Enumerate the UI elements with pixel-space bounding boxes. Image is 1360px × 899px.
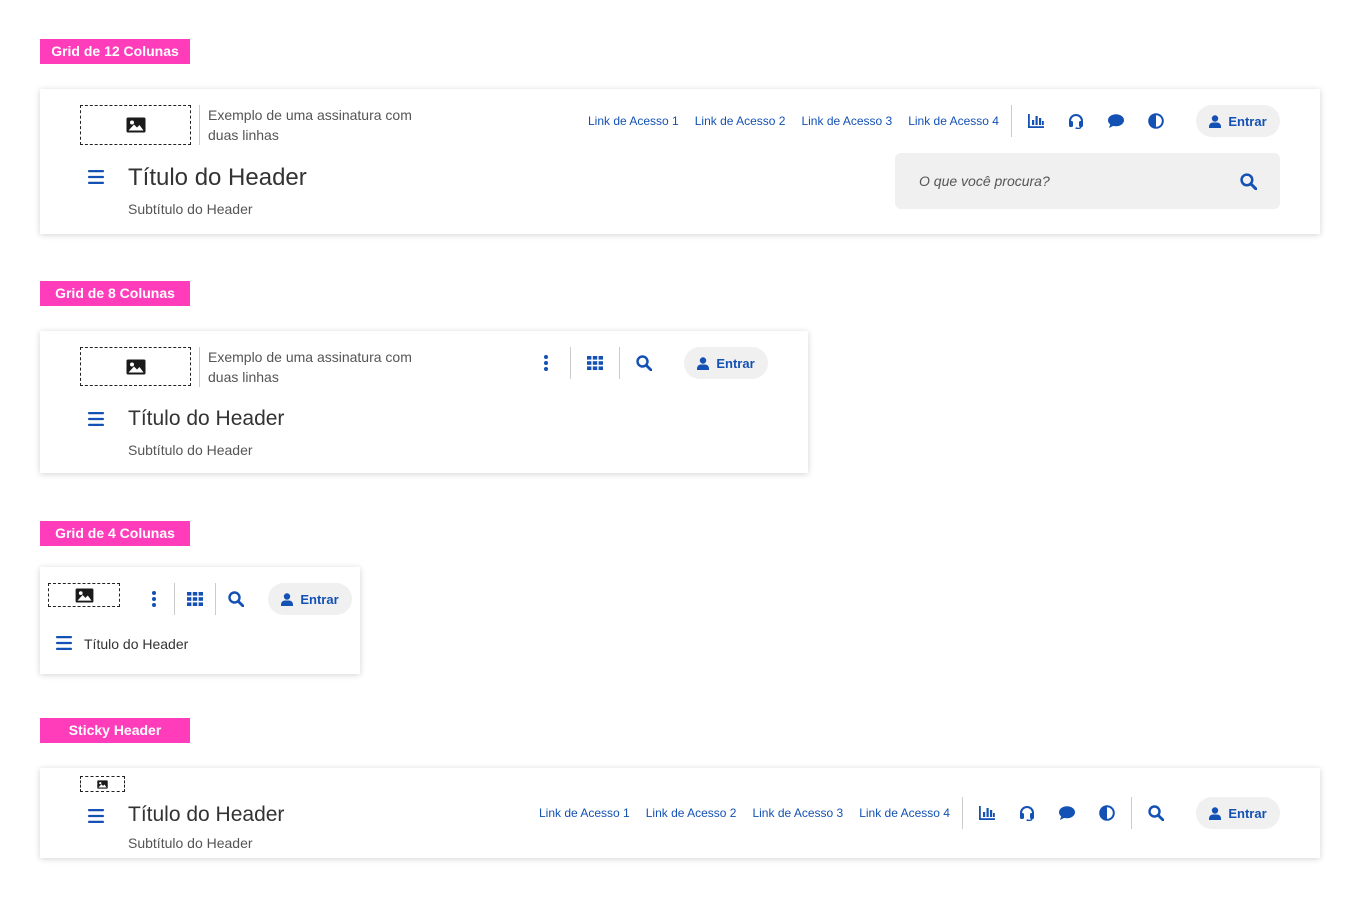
contrast-icon[interactable] — [1091, 797, 1123, 829]
kebab-menu-icon[interactable] — [530, 347, 562, 379]
header-grid8: Exemplo de uma assinatura com duas linha… — [40, 331, 808, 473]
search-icon[interactable] — [1232, 165, 1264, 197]
search-icon[interactable] — [628, 347, 660, 379]
user-icon — [281, 593, 293, 606]
menu-icon[interactable] — [88, 411, 104, 427]
access-links: Link de Acesso 1 Link de Acesso 2 Link d… — [588, 114, 999, 128]
page-subtitle: Subtítulo do Header — [128, 835, 253, 851]
menu-icon[interactable] — [88, 808, 104, 824]
header-grid12: Exemplo de uma assinatura com duas linha… — [40, 89, 1320, 234]
access-link-1[interactable]: Link de Acesso 1 — [588, 114, 679, 128]
divider — [174, 583, 175, 615]
access-links: Link de Acesso 1 Link de Acesso 2 Link d… — [539, 806, 950, 820]
access-link-4[interactable]: Link de Acesso 4 — [859, 806, 950, 820]
chat-icon[interactable] — [1051, 797, 1083, 829]
logo-placeholder[interactable] — [48, 583, 120, 607]
user-icon — [1209, 807, 1221, 820]
section-tag-sticky: Sticky Header — [40, 718, 190, 743]
divider — [215, 583, 216, 615]
search-icon[interactable] — [220, 583, 252, 615]
login-button[interactable]: Entrar — [1196, 797, 1280, 829]
login-button[interactable]: Entrar — [268, 583, 352, 615]
access-link-2[interactable]: Link de Acesso 2 — [695, 114, 786, 128]
access-link-3[interactable]: Link de Acesso 3 — [752, 806, 843, 820]
header-grid4: Entrar Título do Header — [40, 567, 360, 674]
login-button[interactable]: Entrar — [684, 347, 768, 379]
image-icon — [75, 588, 94, 603]
access-link-2[interactable]: Link de Acesso 2 — [646, 806, 737, 820]
access-link-4[interactable]: Link de Acesso 4 — [908, 114, 999, 128]
login-button[interactable]: Entrar — [1196, 105, 1280, 137]
section-tag-grid4: Grid de 4 Colunas — [40, 521, 190, 546]
page-subtitle: Subtítulo do Header — [128, 201, 253, 217]
headset-icon[interactable] — [1060, 105, 1092, 137]
menu-icon[interactable] — [56, 635, 72, 651]
apps-grid-icon[interactable] — [179, 583, 211, 615]
image-icon — [126, 117, 146, 133]
divider — [1131, 797, 1132, 829]
search-input[interactable] — [895, 153, 1280, 209]
divider — [962, 797, 963, 829]
search-bar — [895, 153, 1280, 209]
menu-icon[interactable] — [88, 169, 104, 185]
header-sticky: Título do Header Subtítulo do Header Lin… — [40, 768, 1320, 858]
logo-placeholder[interactable] — [80, 776, 125, 792]
contrast-icon[interactable] — [1140, 105, 1172, 137]
section-tag-grid12: Grid de 12 Colunas — [40, 39, 190, 64]
image-icon — [126, 359, 146, 375]
header-signature: Exemplo de uma assinatura com duas linha… — [199, 347, 412, 387]
page-subtitle: Subtítulo do Header — [128, 442, 253, 458]
page-title: Título do Header — [128, 407, 285, 430]
kebab-menu-icon[interactable] — [138, 583, 170, 615]
page-title: Título do Header — [84, 636, 189, 652]
section-tag-grid8: Grid de 8 Colunas — [40, 281, 190, 306]
chat-icon[interactable] — [1100, 105, 1132, 137]
page-title: Título do Header — [128, 803, 285, 826]
divider — [619, 347, 620, 379]
divider — [570, 347, 571, 379]
header-signature: Exemplo de uma assinatura com duas linha… — [199, 105, 412, 145]
user-icon — [697, 357, 709, 370]
image-icon — [97, 780, 108, 789]
chart-icon[interactable] — [971, 797, 1003, 829]
user-icon — [1209, 115, 1221, 128]
page-title: Título do Header — [128, 164, 307, 191]
access-link-1[interactable]: Link de Acesso 1 — [539, 806, 630, 820]
headset-icon[interactable] — [1011, 797, 1043, 829]
search-icon[interactable] — [1140, 797, 1172, 829]
chart-icon[interactable] — [1020, 105, 1052, 137]
logo-placeholder[interactable] — [80, 105, 191, 145]
access-link-3[interactable]: Link de Acesso 3 — [801, 114, 892, 128]
apps-grid-icon[interactable] — [579, 347, 611, 379]
divider — [1011, 105, 1012, 137]
logo-placeholder[interactable] — [80, 347, 191, 386]
